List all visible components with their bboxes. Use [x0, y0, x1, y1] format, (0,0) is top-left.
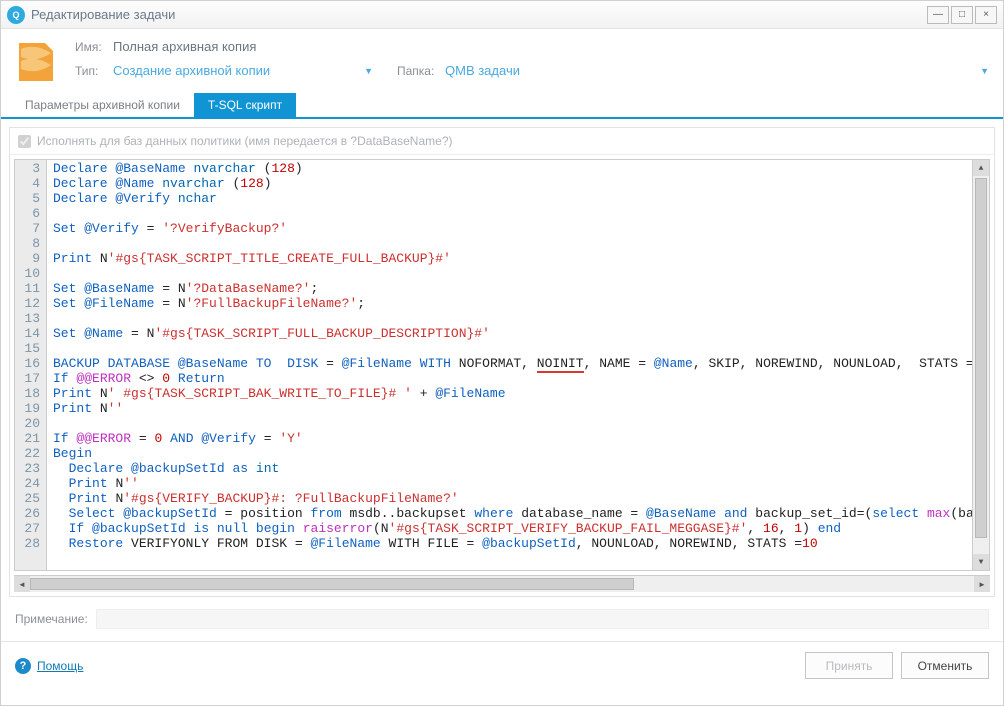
maximize-button[interactable]: □ — [951, 6, 973, 24]
code-editor[interactable]: 3456789101112131415161718192021222324252… — [14, 159, 990, 571]
header: Имя: Тип: Создание архивной копии ▼ Папк… — [1, 29, 1003, 91]
run-for-policy-db-checkbox[interactable] — [18, 135, 31, 148]
code-content[interactable]: Declare @BaseName nvarchar (128) Declare… — [47, 160, 972, 570]
folder-value: QMB задачи — [445, 63, 520, 78]
note-label: Примечание: — [15, 612, 88, 626]
type-value: Создание архивной копии — [113, 63, 270, 78]
folder-dropdown[interactable]: QMB задачи ▼ — [445, 63, 989, 78]
tab-bar: Параметры архивной копии T-SQL скрипт — [1, 93, 1003, 119]
help-link[interactable]: ? Помощь — [15, 658, 83, 674]
scroll-down-icon[interactable]: ▼ — [973, 554, 989, 570]
scroll-thumb[interactable] — [975, 178, 987, 538]
chevron-down-icon: ▼ — [980, 66, 989, 76]
scroll-left-icon[interactable]: ◄ — [14, 576, 30, 592]
name-input[interactable] — [113, 37, 989, 57]
run-for-policy-db-label: Исполнять для баз данных политики (имя п… — [37, 134, 452, 148]
window-title: Редактирование задачи — [31, 7, 175, 22]
scroll-up-icon[interactable]: ▲ — [973, 160, 989, 176]
accept-button[interactable]: Принять — [805, 652, 893, 679]
app-icon: Q — [7, 6, 25, 24]
folder-label: Папка: — [397, 64, 445, 78]
vertical-scrollbar[interactable]: ▲ ▼ — [972, 160, 989, 570]
close-button[interactable]: × — [975, 6, 997, 24]
chevron-down-icon: ▼ — [364, 66, 373, 76]
cancel-button[interactable]: Отменить — [901, 652, 989, 679]
horizontal-scrollbar[interactable]: ◄ ► — [14, 575, 990, 592]
note-row: Примечание: — [1, 605, 1003, 633]
footer: ? Помощь Принять Отменить — [1, 641, 1003, 689]
tab-backup-params[interactable]: Параметры архивной копии — [11, 93, 194, 117]
scroll-thumb[interactable] — [30, 578, 634, 590]
line-gutter: 3456789101112131415161718192021222324252… — [15, 160, 47, 570]
minimize-button[interactable]: — — [927, 6, 949, 24]
titlebar: Q Редактирование задачи — □ × — [1, 1, 1003, 29]
help-icon: ? — [15, 658, 31, 674]
note-input[interactable] — [96, 609, 989, 629]
tab-tsql-script[interactable]: T-SQL скрипт — [194, 93, 296, 117]
type-label: Тип: — [75, 64, 113, 78]
scroll-right-icon[interactable]: ► — [974, 576, 990, 592]
name-label: Имя: — [75, 40, 113, 54]
script-panel: Исполнять для баз данных политики (имя п… — [9, 127, 995, 597]
help-label: Помощь — [37, 659, 83, 673]
type-dropdown[interactable]: Создание архивной копии ▼ — [113, 63, 373, 78]
document-icon — [15, 39, 57, 85]
